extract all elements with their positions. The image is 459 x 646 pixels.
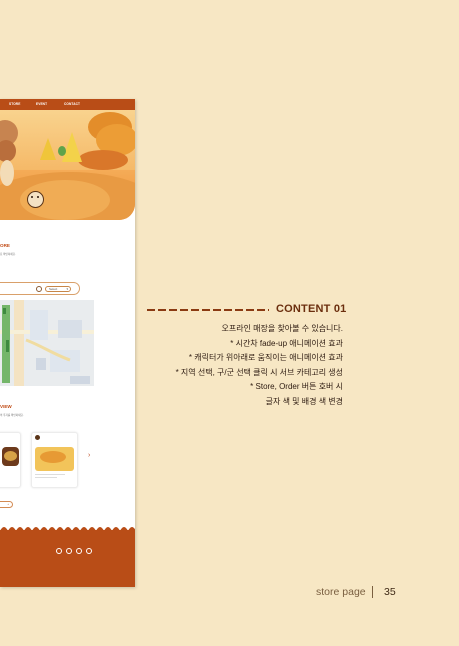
nav-item-store[interactable]: STORE <box>9 102 20 106</box>
dashed-divider <box>147 309 269 311</box>
review-card[interactable] <box>31 432 78 488</box>
hero-banner-image <box>0 110 135 220</box>
description-line: * Store, Order 버튼 호버 시 <box>250 382 343 392</box>
mascot-character <box>27 191 44 208</box>
more-button[interactable]: + <box>0 501 13 508</box>
mockup-footer <box>0 530 135 587</box>
section-label: store page <box>316 586 366 598</box>
more-button-label: + <box>7 502 9 506</box>
facebook-icon[interactable] <box>76 548 82 554</box>
content-title: CONTENT 01 <box>276 303 347 315</box>
description-line: * 시간차 fade-up 애니메이션 효과 <box>230 338 343 348</box>
review-card[interactable] <box>0 432 21 488</box>
review-section-title: VIEW <box>0 404 12 409</box>
region-select[interactable]: Select ▾ <box>45 286 71 292</box>
instagram-icon[interactable] <box>56 548 62 554</box>
chevron-down-icon: ▾ <box>66 287 68 291</box>
review-section-subtitle: 의 후기를 확인하세요. <box>0 414 24 417</box>
nav-item-event[interactable]: EVENT <box>36 102 47 106</box>
region-select-label: Select <box>49 287 58 291</box>
description-line: * 캐릭터가 위아래로 움직이는 애니메이션 효과 <box>188 353 343 363</box>
store-map[interactable] <box>0 300 94 386</box>
footer-separator <box>372 586 373 598</box>
mockup-nav-bar: STORE EVENT CONTACT <box>0 99 135 110</box>
x-icon[interactable] <box>86 548 92 554</box>
description-line: * 지역 선택, 구/군 선택 클릭 시 서브 카테고리 생성 <box>175 367 343 377</box>
youtube-icon[interactable] <box>66 548 72 554</box>
store-section-title: ORE <box>0 243 10 248</box>
search-icon[interactable] <box>36 286 42 292</box>
next-arrow-button[interactable]: › <box>88 452 90 459</box>
store-section-subtitle: 요 확인하세요. <box>0 253 16 256</box>
content-description: 오프라인 매장을 찾아볼 수 있습니다. * 시간차 fade-up 애니메이션… <box>176 322 343 410</box>
page-number: 35 <box>384 586 396 598</box>
description-line: 오프라인 매장을 찾아볼 수 있습니다. <box>221 324 343 333</box>
website-mockup: STORE EVENT CONTACT ORE 요 확인하세요. Select … <box>0 99 135 587</box>
nav-item-contact[interactable]: CONTACT <box>64 102 80 106</box>
description-line: 글자 색 및 배경 색 변경 <box>265 396 343 406</box>
store-search-bar[interactable]: Select ▾ <box>0 282 80 295</box>
